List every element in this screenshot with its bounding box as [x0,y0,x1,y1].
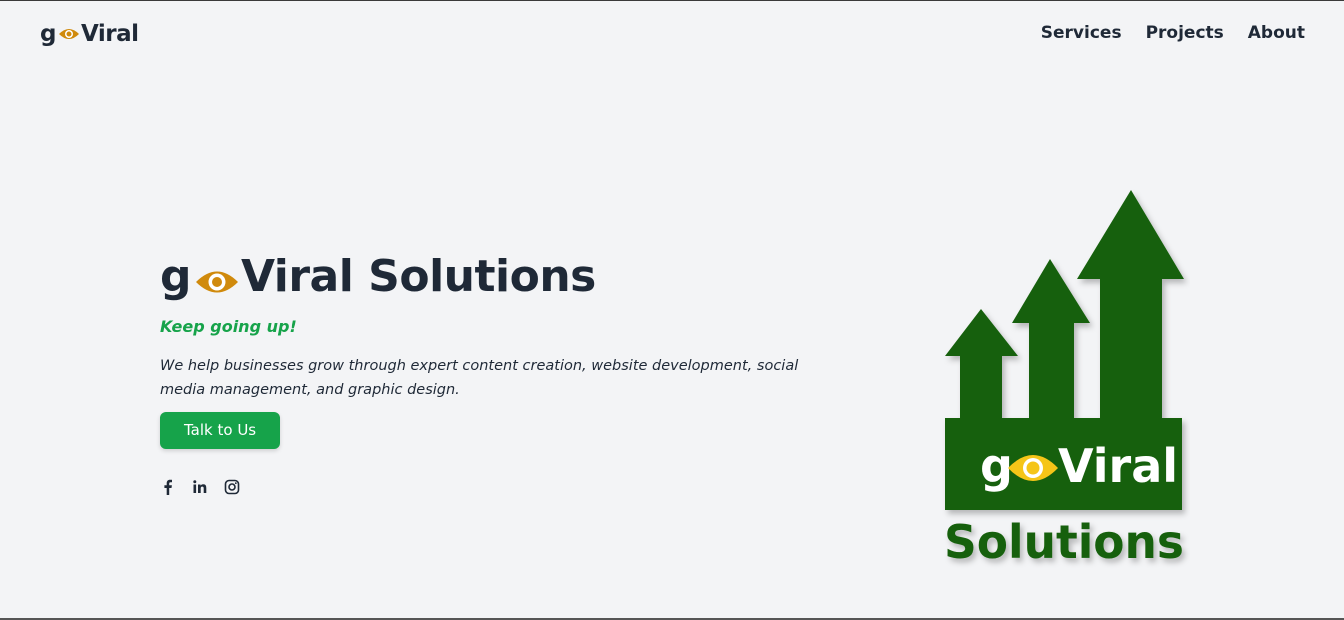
hero-title-prefix: g [160,251,192,302]
hero-title: g Viral Solutions [160,251,840,303]
logo-text-prefix: g [980,439,1013,493]
page: g Viral Services Projects About g Viral … [0,0,1344,620]
main-nav: Services Projects About [1041,23,1305,43]
linkedin-icon[interactable] [192,479,208,495]
hero-title-suffix: Viral Solutions [241,251,596,302]
facebook-icon[interactable] [160,479,176,495]
eye-icon [58,29,79,39]
nav-about[interactable]: About [1248,23,1305,43]
hero-tagline: Keep going up! [160,317,297,336]
hero-description: We help businesses grow through expert c… [160,358,799,398]
arrow-medium [1012,259,1090,421]
social-links [160,479,840,495]
talk-to-us-button[interactable]: Talk to Us [160,412,281,449]
eye-icon [196,271,238,293]
logo-text-suffix: Viral [1058,439,1178,493]
nav-services[interactable]: Services [1041,23,1122,43]
goviral-logo-graphic: g Viral Solutions [944,190,1184,569]
brand-logo[interactable]: g Viral [40,21,139,47]
logo-text-solutions: Solutions [944,515,1184,569]
hero-section: g Viral Solutions Keep going up! We help… [160,251,840,495]
instagram-icon[interactable] [224,479,240,495]
brand-prefix: g [40,21,56,47]
arrow-large [1077,190,1184,421]
nav-projects[interactable]: Projects [1146,23,1224,43]
arrow-small [945,309,1018,421]
brand-suffix: Viral [80,21,139,47]
